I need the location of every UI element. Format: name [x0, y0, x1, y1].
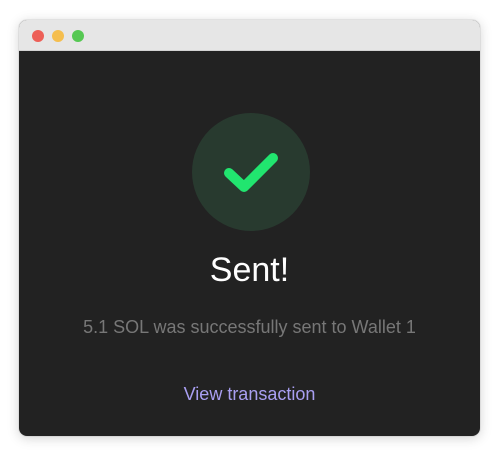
checkmark-icon — [192, 113, 310, 231]
page-title: Sent! — [209, 251, 290, 289]
status-message: 5.1 SOL was successfully sent to Wallet … — [83, 317, 416, 337]
title-bar — [19, 20, 480, 51]
zoom-window-button[interactable] — [72, 30, 84, 42]
success-badge — [192, 113, 310, 231]
close-window-button[interactable] — [32, 30, 44, 42]
minimize-window-button[interactable] — [52, 30, 64, 42]
view-transaction-link[interactable]: View transaction — [184, 384, 316, 404]
app-window: Sent! 5.1 SOL was successfully sent to W… — [19, 20, 480, 436]
success-panel: Sent! 5.1 SOL was successfully sent to W… — [19, 51, 480, 436]
